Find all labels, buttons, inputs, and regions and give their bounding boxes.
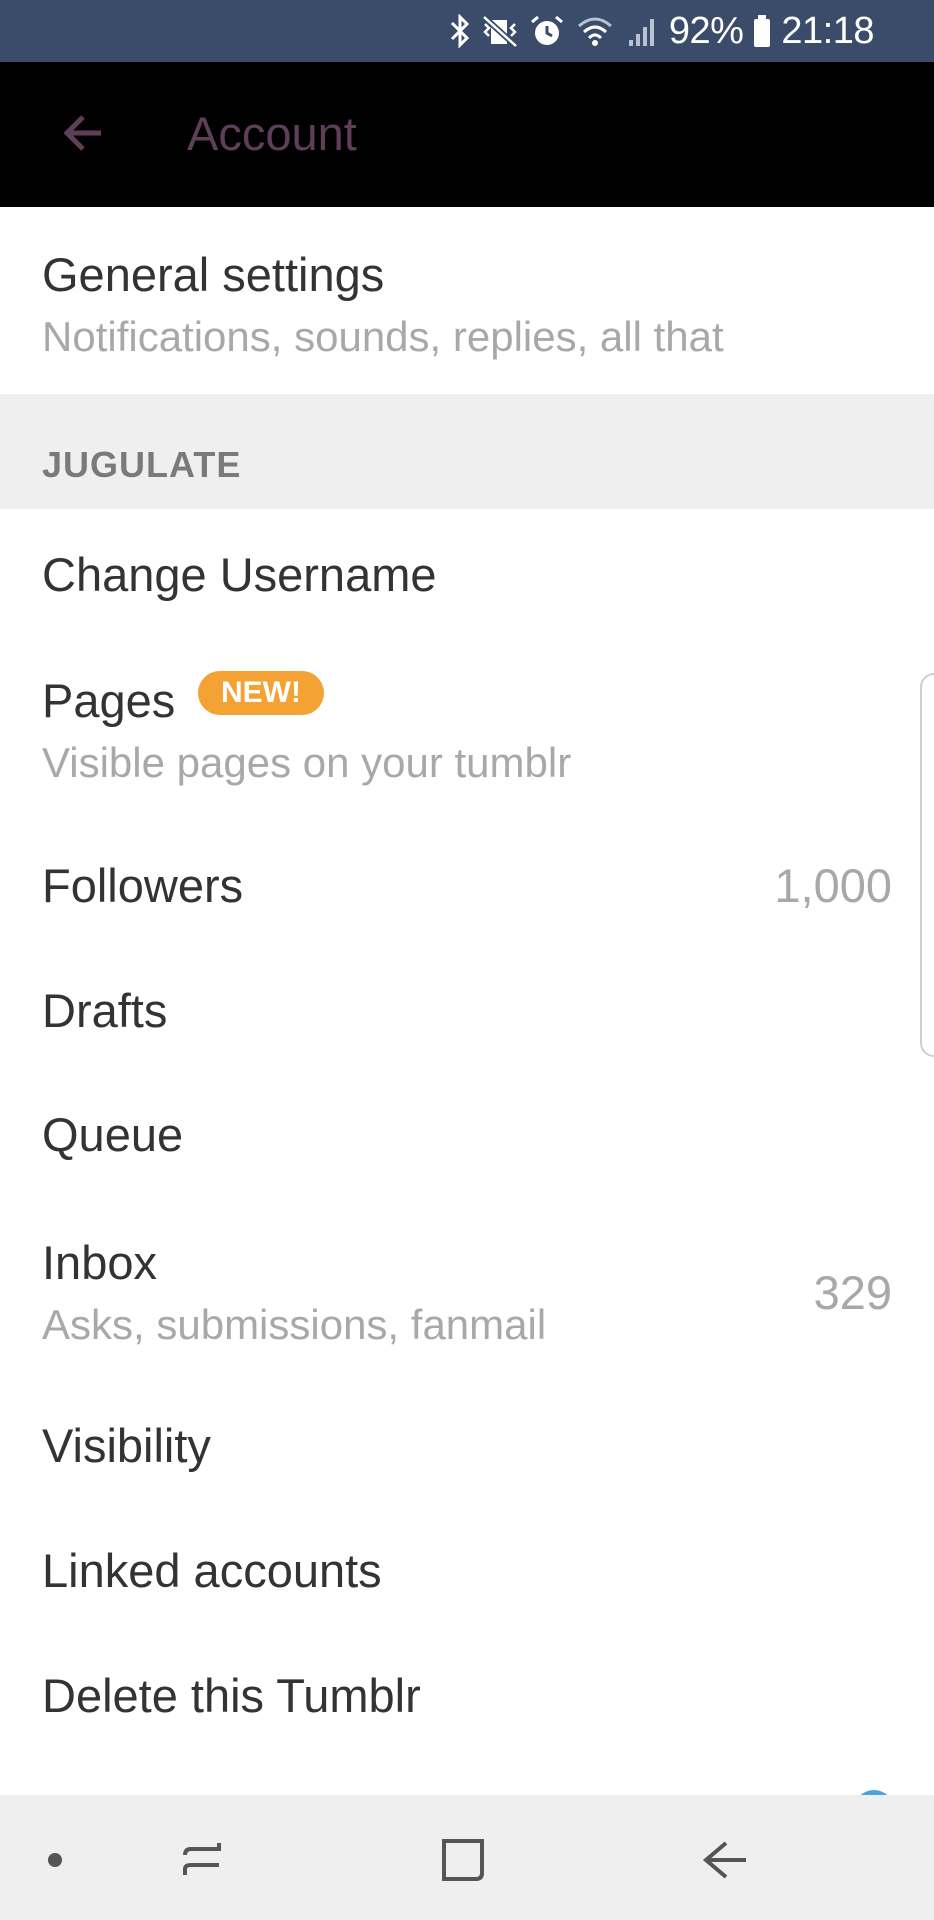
linked-accounts-item[interactable]: Linked accounts [0, 1500, 934, 1625]
signal-icon [625, 14, 659, 48]
vibrate-icon [481, 14, 519, 48]
linked-accounts-label: Linked accounts [42, 1544, 382, 1597]
followers-item[interactable]: Followers 1,000 [0, 810, 934, 935]
status-icons: 92% 21:18 [449, 0, 874, 62]
bluetooth-icon [449, 14, 471, 48]
inbox-label: Inbox [42, 1236, 157, 1289]
inbox-subtitle: Asks, submissions, fanmail [42, 1301, 547, 1348]
drafts-item[interactable]: Drafts [0, 935, 934, 1060]
app-bar: Account [0, 62, 934, 207]
drafts-label: Drafts [42, 984, 168, 1037]
queue-item[interactable]: Queue [0, 1060, 934, 1185]
queue-label: Queue [42, 1108, 184, 1161]
change-username-label: Change Username [42, 548, 437, 601]
clock: 21:18 [781, 9, 874, 52]
navigation-bar [0, 1795, 934, 1920]
general-settings-item[interactable]: General settings Notifications, sounds, … [0, 207, 934, 394]
back-icon[interactable] [690, 1825, 760, 1895]
arrow-left-icon [61, 113, 105, 158]
section-header: JUGULATE [0, 394, 934, 509]
visibility-label: Visibility [42, 1419, 211, 1472]
recent-apps-icon[interactable] [167, 1825, 237, 1895]
page-title: Account [187, 107, 357, 160]
dot-icon[interactable] [20, 1825, 90, 1895]
delete-tumblr-item[interactable]: Delete this Tumblr [0, 1625, 934, 1750]
back-button[interactable] [50, 102, 116, 168]
pages-label: Pages [42, 674, 176, 727]
alarm-icon [529, 14, 565, 48]
inbox-count: 329 [813, 1266, 892, 1319]
status-bar: 92% 21:18 [0, 0, 934, 62]
followers-label: Followers [42, 859, 244, 912]
inbox-item[interactable]: Inbox Asks, submissions, fanmail 329 [0, 1185, 934, 1375]
change-username-item[interactable]: Change Username [0, 509, 934, 625]
edge-panel-handle[interactable] [920, 673, 934, 1057]
new-badge: NEW! [198, 671, 324, 715]
battery-icon [753, 14, 771, 48]
general-settings-title: General settings [42, 248, 385, 301]
section-header-label: JUGULATE [42, 444, 242, 485]
general-settings-subtitle: Notifications, sounds, replies, all that [42, 313, 724, 360]
pages-item[interactable]: Pages Visible pages on your tumblr [0, 625, 934, 810]
followers-count: 1,000 [774, 859, 892, 912]
wifi-icon [575, 14, 615, 48]
visibility-item[interactable]: Visibility [0, 1375, 934, 1500]
pages-subtitle: Visible pages on your tumblr [42, 739, 572, 786]
delete-tumblr-label: Delete this Tumblr [42, 1669, 421, 1722]
battery-percent: 92% [668, 9, 744, 52]
home-icon[interactable] [428, 1825, 498, 1895]
